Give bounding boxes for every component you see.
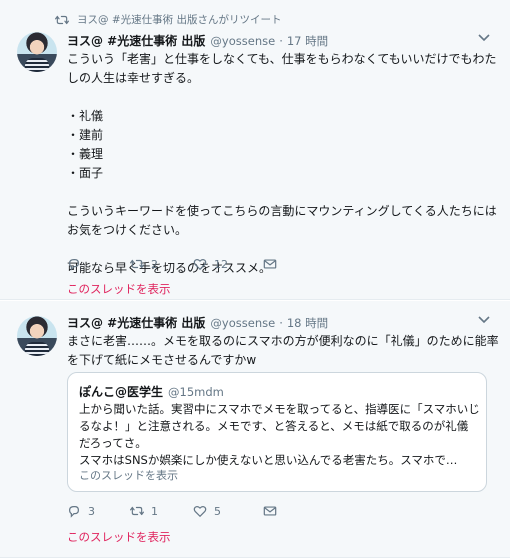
tweet-text-line: こういうキーワードを使ってこちらの言動にマウンティングしてくる人たちには <box>67 204 497 218</box>
timestamp[interactable]: 17 時間 <box>287 33 328 49</box>
retweet-context[interactable]: ヨス@ #光速仕事術 出版さんがリツイート <box>55 12 281 27</box>
dm-button[interactable] <box>263 257 277 271</box>
retweet-icon <box>55 15 69 24</box>
retweet-icon <box>130 259 144 269</box>
quoted-tweet[interactable]: ぽんこ@医学生 @15mdm 上から聞いた話。実習中にスマホでメモを取ってると、… <box>67 372 487 492</box>
quoted-text-line: だろってさ。 <box>79 436 147 450</box>
like-button[interactable]: 5 <box>193 504 263 518</box>
quoted-author-name: ぽんこ@医学生 <box>79 385 164 399</box>
tweet-text: まさに老害……。メモを取るのにスマホの方が便利なのに「礼儀」のために能率 を下げ… <box>67 332 499 370</box>
tweet-actions: 2 12 <box>67 255 327 273</box>
quoted-text-line: るなよ！」と注意される。メモです、と答えると、メモは紙で取るのが礼儀 <box>79 419 469 433</box>
tweet[interactable]: ヨス@ #光速仕事術 出版さんがリツイート ヨス@ #光速仕事術 出版 @yos… <box>0 0 510 300</box>
tweet-text-line: こういう「老害」と仕事をしなくても、仕事をもらわなくてもいいだけでもわた <box>67 52 497 66</box>
tweet-text-line: お気をつけください。 <box>67 223 188 237</box>
avatar[interactable] <box>17 316 57 356</box>
timestamp[interactable]: 18 時間 <box>287 315 328 331</box>
author-name[interactable]: ヨス@ #光速仕事術 出版 <box>67 314 205 331</box>
quoted-tweet-text: 上から聞いた話。実習中にスマホでメモを取ってると、指導医に「スマホいじ るなよ！… <box>79 401 480 469</box>
author-handle[interactable]: @yossense <box>210 316 275 330</box>
tweet-text-line: ・礼儀 <box>67 109 104 123</box>
like-button[interactable]: 12 <box>193 257 263 271</box>
reply-icon <box>69 506 79 518</box>
reply-count: 3 <box>88 504 95 518</box>
heart-icon <box>193 505 207 518</box>
tweet-header: ヨス@ #光速仕事術 出版 @yossense · 18 時間 <box>67 314 328 331</box>
retweet-icon <box>130 506 144 516</box>
tweet-text-line: ・建前 <box>67 128 104 142</box>
envelope-icon <box>263 506 277 516</box>
reply-button[interactable]: 3 <box>67 504 130 518</box>
envelope-icon <box>263 259 277 269</box>
timeline: ヨス@ #光速仕事術 出版さんがリツイート ヨス@ #光速仕事術 出版 @yos… <box>0 0 510 558</box>
show-thread-link[interactable]: このスレッドを表示 <box>67 529 171 545</box>
separator-dot: · <box>279 34 283 48</box>
tweet-text: こういう「老害」と仕事をしなくても、仕事をもらわなくてもいいだけでもわた しの人… <box>67 50 497 278</box>
quoted-show-thread-link[interactable]: このスレッドを表示 <box>79 467 178 483</box>
dm-button[interactable] <box>263 504 277 518</box>
tweet-actions: 3 1 5 <box>67 502 327 520</box>
tweet-text-line: ・義理 <box>67 147 104 161</box>
avatar[interactable] <box>17 32 57 72</box>
show-thread-link[interactable]: このスレッドを表示 <box>67 281 171 297</box>
reply-icon <box>69 259 79 271</box>
quoted-tweet-header: ぽんこ@医学生 @15mdm <box>79 383 224 400</box>
quoted-author-handle: @15mdm <box>168 385 224 399</box>
tweet-header: ヨス@ #光速仕事術 出版 @yossense · 17 時間 <box>67 32 328 49</box>
tweet-text-line: まさに老害……。メモを取るのにスマホの方が便利なのに「礼儀」のために能率 <box>67 334 499 348</box>
author-name[interactable]: ヨス@ #光速仕事術 出版 <box>67 32 205 49</box>
author-handle[interactable]: @yossense <box>210 34 275 48</box>
retweet-count: 2 <box>151 257 158 271</box>
tweet-text-line: を下げて紙にメモさせるんですかw <box>67 353 257 367</box>
chevron-down-icon[interactable] <box>478 34 490 42</box>
quoted-text-line: 上から聞いた話。実習中にスマホでメモを取ってると、指導医に「スマホいじ <box>79 402 480 416</box>
retweet-button[interactable]: 1 <box>130 504 193 518</box>
separator-dot: · <box>279 316 283 330</box>
heart-icon <box>193 258 207 271</box>
tweet-text-line: しの人生は幸せすぎる。 <box>67 71 200 85</box>
reply-button[interactable] <box>67 257 130 271</box>
retweet-count: 1 <box>151 504 158 518</box>
like-count: 5 <box>214 504 221 518</box>
retweet-context-text: ヨス@ #光速仕事術 出版さんがリツイート <box>77 14 282 26</box>
retweet-button[interactable]: 2 <box>130 257 193 271</box>
like-count: 12 <box>214 257 228 271</box>
chevron-down-icon[interactable] <box>478 316 490 324</box>
tweet-text-line: ・面子 <box>67 166 104 180</box>
